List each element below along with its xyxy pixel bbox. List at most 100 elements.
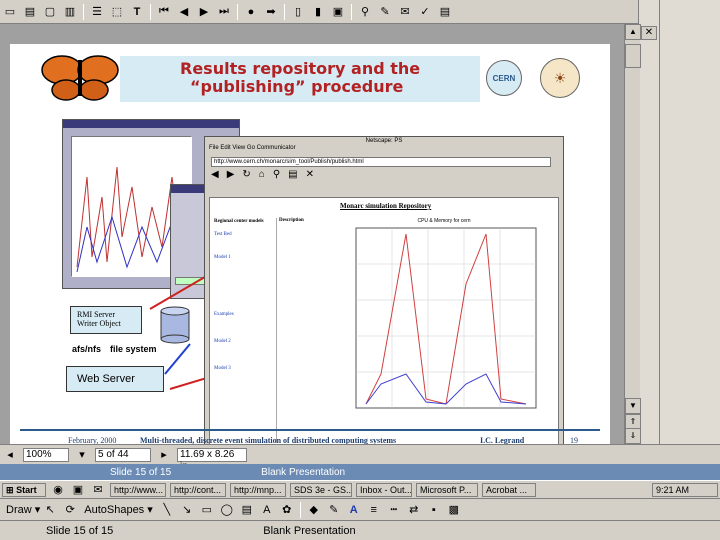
free-rotate-icon[interactable]: ⟳ [62,502,78,518]
textbox-icon[interactable]: ▤ [239,502,255,518]
nav-regional: Regional center models [214,219,264,224]
taskbar-item-2[interactable]: http://cont... [170,482,226,497]
description-column: Description [276,218,332,443]
browser-url-field[interactable]: http://www.cern.ch/monarc/sim_tool/Publi… [211,157,551,167]
slide-canvas: Results repository and the “publishing” … [10,44,610,464]
drawing-toolbar: Draw ▾ ↖ ⟳ AutoShapes ▾ ╲ ↘ ▭ ◯ ▤ A ✿ ◆ … [0,498,720,520]
taskbar-item-5[interactable]: Inbox - Out... [356,482,412,497]
dash-style-icon[interactable]: ┅ [386,502,402,518]
tray-clock: 9:21 AM [656,484,690,495]
record-icon[interactable]: ● [243,4,259,20]
quicklaunch-ie-icon[interactable]: ◉ [50,482,66,498]
frame-icon[interactable]: ▣ [330,4,346,20]
clipart-icon[interactable]: ✿ [279,502,295,518]
play-icon[interactable]: ➡ [263,4,279,20]
tools-icon[interactable]: ✎ [377,4,393,20]
zoom-dropdown-icon[interactable]: ▾ [74,447,90,463]
scroll-down-icon[interactable]: ▼ [625,398,641,414]
arrow-style-icon[interactable]: ⇄ [406,502,422,518]
page-left-icon[interactable]: ◂ [2,447,18,463]
autoshapes-menu[interactable]: AutoShapes ▾ [84,503,153,516]
stop-icon[interactable]: ✕ [306,169,314,193]
document-area: Results repository and the “publishing” … [0,24,640,464]
nav-testbed[interactable]: Test Bed [214,231,272,238]
draw-menu[interactable]: Draw ▾ [6,503,40,516]
taskbar-item-7[interactable]: Acrobat ... [482,482,536,497]
toolbar-separator [150,3,151,20]
nav-model3[interactable]: Model 3 [214,365,272,372]
slide-status-design: Blank Presentation [261,466,346,478]
scroll-up-icon[interactable]: ▲ [625,24,641,40]
taskbar-item-1[interactable]: http://www... [110,482,166,497]
copy-icon[interactable]: ▭ [2,4,18,20]
page-icon[interactable]: ▯ [290,4,306,20]
close-icon[interactable]: ✕ [641,26,657,40]
outline-icon[interactable]: ☰ [89,4,105,20]
new-icon[interactable]: ▢ [42,4,58,20]
browser-titlebar: Netscape: PS [205,137,563,145]
home-icon[interactable]: ⌂ [259,169,265,193]
doc-icon[interactable]: ▤ [437,4,453,20]
toolbar-separator [299,501,301,518]
text-icon[interactable]: T [129,4,145,20]
reload-icon[interactable]: ↻ [242,169,250,193]
vertical-scrollbar[interactable]: ▲ ▼ ⇑ ⇓ [624,24,641,444]
font-color-icon[interactable]: A [346,502,362,518]
page-field[interactable]: 5 of 44 [95,447,151,462]
line-icon[interactable]: ╲ [159,502,175,518]
nav-model1[interactable]: Model 1 [214,254,272,261]
slide-status-strip: Slide 15 of 15 Blank Presentation [0,464,720,480]
comment-icon[interactable]: ✉ [397,4,413,20]
search-icon[interactable]: ⚲ [273,169,280,193]
netscape-browser-window: Netscape: PS File Edit View Go Communica… [204,136,564,456]
next-page-icon[interactable]: ⇓ [625,428,641,444]
zoom-field[interactable]: 100% [23,447,69,462]
cpu-memory-plot: CPU & Memory for cern [336,218,552,428]
arrow-icon[interactable]: ↘ [179,502,195,518]
prev-icon[interactable]: ◀ [176,4,192,20]
browser-content: Monarc simulation Repository Regional ce… [209,197,559,447]
nav-model2[interactable]: Model 2 [214,338,272,345]
spell-icon[interactable]: ✓ [417,4,433,20]
print-icon[interactable]: ▤ [288,169,297,193]
page-heading: Monarc simulation Repository [340,202,432,210]
line-color-icon[interactable]: ✎ [326,502,342,518]
first-slide-icon[interactable]: ⏮ [156,4,172,20]
3d-icon[interactable]: ▩ [446,502,462,518]
quicklaunch-desktop-icon[interactable]: ▣ [70,482,86,498]
slide-status-slide: Slide 15 of 15 [110,466,172,478]
right-side-pane: ✕ [638,0,720,460]
find-icon[interactable]: ⚲ [357,4,373,20]
fill-color-icon[interactable]: ◆ [306,502,322,518]
next-icon[interactable]: ▶ [196,4,212,20]
quicklaunch-outlook-icon[interactable]: ✉ [90,482,106,498]
slide: Results repository and the “publishing” … [10,44,610,464]
line-style-icon[interactable]: ≡ [366,502,382,518]
open-icon[interactable]: ▥ [62,4,78,20]
rectangle-icon[interactable]: ▭ [199,502,215,518]
shadow-icon[interactable]: ▪ [426,502,442,518]
select-pointer-icon[interactable]: ↖ [42,502,58,518]
toolbar-separator [284,3,285,20]
wordart-icon[interactable]: A [259,502,275,518]
taskbar-item-4[interactable]: SDS 3e - GS... [290,482,352,497]
start-label: Start [16,484,37,495]
scroll-thumb[interactable] [625,44,641,68]
page-right-icon[interactable]: ▸ [156,447,172,463]
browser-menu: File Edit View Go Communicator [209,145,296,151]
toolbar-separator [351,3,352,20]
description-heading: Description [279,218,304,223]
taskbar-item-3[interactable]: http://mnp... [230,482,286,497]
paste-icon[interactable]: ▤ [22,4,38,20]
taskbar-item-6[interactable]: Microsoft P... [416,482,478,497]
oval-icon[interactable]: ◯ [219,502,235,518]
start-button[interactable]: ⊞ Start [2,482,46,497]
draw-label: Draw [6,504,32,516]
forward-icon[interactable]: ▶ [227,169,235,193]
status-slide-count: Slide 15 of 15 [46,524,114,537]
nav-examples[interactable]: Examples [214,311,272,318]
select-icon[interactable]: ⬚ [109,4,125,20]
page2-icon[interactable]: ▮ [310,4,326,20]
back-icon[interactable]: ◀ [211,169,219,193]
last-slide-icon[interactable]: ⏭ [216,4,232,20]
